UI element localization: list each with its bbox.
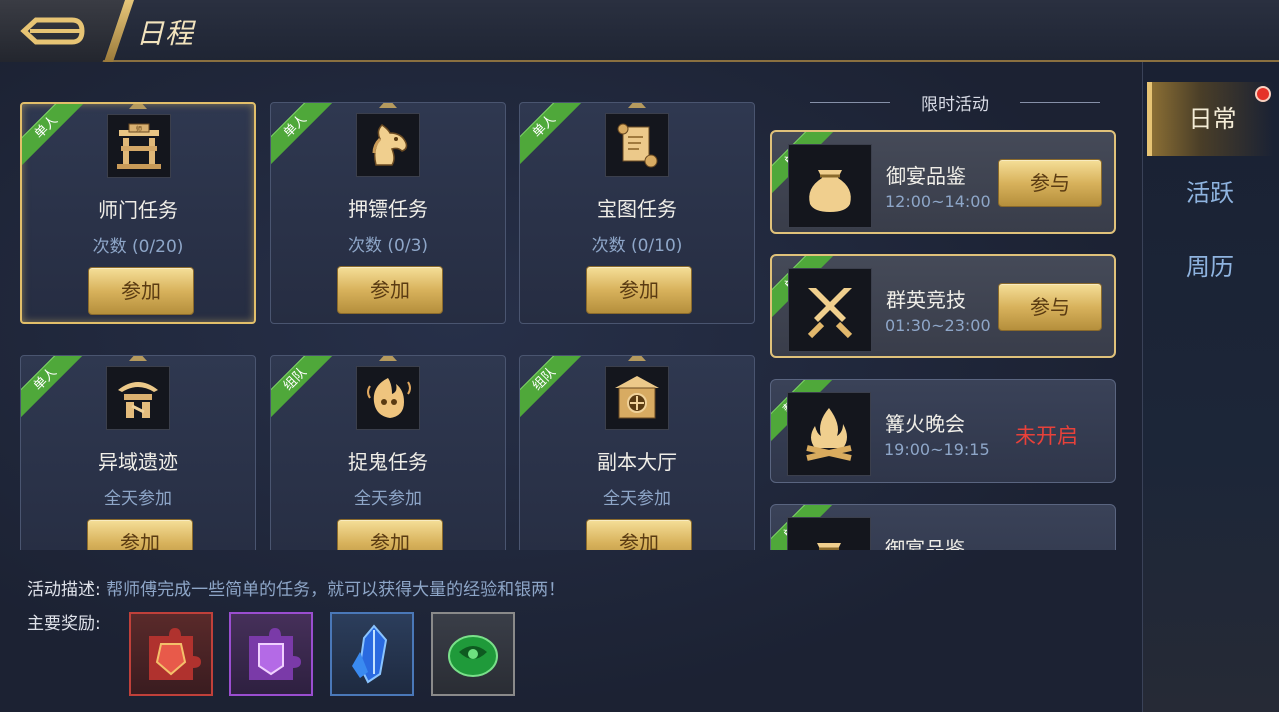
reward-item-1[interactable] bbox=[129, 612, 213, 696]
activity-card-shimen[interactable]: 单人 师 师门任务 次数 (0/20) 参加 bbox=[20, 102, 256, 324]
tag-ribbon: 单人 bbox=[271, 103, 338, 169]
activity-card-baotu[interactable]: 单人 宝图任务 次数 (0/10) 参加 bbox=[519, 102, 755, 324]
tab-weekly[interactable]: 周历 bbox=[1147, 230, 1273, 304]
participate-button[interactable]: 参与 bbox=[998, 283, 1102, 331]
activity-name: 宝图任务 bbox=[597, 197, 677, 221]
activity-card-yiyu[interactable]: 单人 异域遗迹 全天参加 参加 bbox=[20, 355, 256, 550]
activity-name: 群英竞技 bbox=[886, 288, 966, 312]
join-button[interactable]: 参加 bbox=[586, 266, 692, 314]
tag-ribbon: 单人 bbox=[21, 356, 88, 422]
activity-time: 19:00~19:15 bbox=[884, 440, 990, 459]
activity-time: 全天参加 bbox=[104, 489, 172, 509]
tab-label: 周历 bbox=[1186, 253, 1234, 281]
card-ornament bbox=[628, 103, 646, 108]
tag-ribbon: 单人 bbox=[22, 104, 89, 170]
tab-label: 日常 bbox=[1188, 105, 1237, 133]
activity-count: 次数 (0/3) bbox=[347, 236, 429, 256]
tag-ribbon: 单人 bbox=[520, 103, 587, 169]
horse-icon bbox=[356, 113, 420, 177]
limited-activities-title: 限时活动 bbox=[921, 95, 989, 115]
ruins-icon bbox=[106, 366, 170, 430]
tag-ribbon: 组队 bbox=[520, 356, 587, 422]
header-line-left bbox=[810, 102, 890, 103]
green-jade-icon bbox=[448, 635, 498, 677]
scroll-icon bbox=[605, 113, 669, 177]
bag-icon bbox=[787, 517, 871, 550]
card-ornament bbox=[628, 356, 646, 361]
activity-name: 押镖任务 bbox=[348, 197, 428, 221]
hall-icon bbox=[605, 366, 669, 430]
activity-grid: 单人 师 师门任务 次数 (0/20) 参加 单人 押镖任务 次数 (0/3) … bbox=[0, 62, 760, 550]
swords-icon bbox=[788, 268, 872, 352]
card-ornament bbox=[379, 103, 397, 108]
bonfire-icon bbox=[787, 392, 871, 476]
purple-armor-puzzle-icon bbox=[249, 628, 301, 680]
rewards-label: 主要奖励: bbox=[27, 614, 101, 634]
page-title: 日程 bbox=[136, 17, 195, 50]
reward-item-4[interactable] bbox=[431, 612, 515, 696]
card-ornament bbox=[129, 356, 147, 361]
activity-card-fuben[interactable]: 组队 副本大厅 全天参加 参加 bbox=[519, 355, 755, 550]
blue-crystal-icon bbox=[352, 624, 388, 684]
activity-name: 御宴品鉴 bbox=[886, 164, 966, 188]
activity-name: 捉鬼任务 bbox=[348, 450, 428, 474]
join-button[interactable]: 参加 bbox=[88, 267, 194, 315]
activity-description: 活动描述: 帮师傅完成一些简单的任务，就可以获得大量的经验和银两！ bbox=[27, 575, 565, 600]
tab-label: 活跃 bbox=[1186, 179, 1234, 207]
tab-daily[interactable]: 日常 bbox=[1147, 82, 1273, 156]
join-button[interactable]: 参加 bbox=[586, 519, 692, 550]
activity-time: 全天参加 bbox=[603, 489, 671, 509]
limited-activities-header: 限时活动 bbox=[810, 90, 1100, 115]
activity-name: 御宴品鉴 bbox=[885, 537, 965, 550]
activity-name: 师门任务 bbox=[98, 198, 178, 222]
limited-card-qunying[interactable]: 单人 群英竞技 01:30~23:00 参与 bbox=[770, 254, 1116, 358]
activity-card-zhuogui[interactable]: 组队 捉鬼任务 全天参加 参加 bbox=[270, 355, 506, 550]
join-button[interactable]: 参加 bbox=[337, 266, 443, 314]
limited-card-yuyan-2[interactable]: 单人 御宴品鉴 bbox=[770, 504, 1116, 550]
reward-item-3[interactable] bbox=[330, 612, 414, 696]
notification-dot bbox=[1255, 86, 1271, 102]
activity-name: 异域遗迹 bbox=[98, 450, 178, 474]
header-line-right bbox=[1020, 102, 1100, 103]
top-bar: 日程 bbox=[0, 0, 1279, 62]
limited-card-gouhuo[interactable]: 帮会 篝火晚会 19:00~19:15 未开启 bbox=[770, 379, 1116, 483]
bag-icon bbox=[788, 144, 872, 228]
activity-count: 次数 (0/20) bbox=[92, 237, 184, 257]
activity-card-yabiao[interactable]: 单人 押镖任务 次数 (0/3) 参加 bbox=[270, 102, 506, 324]
activity-time: 01:30~23:00 bbox=[885, 316, 991, 335]
card-ornament bbox=[379, 356, 397, 361]
limited-card-yuyan[interactable]: 单人 御宴品鉴 12:00~14:00 参与 bbox=[770, 130, 1116, 234]
reward-item-2[interactable] bbox=[229, 612, 313, 696]
card-ornament bbox=[129, 104, 147, 109]
activity-count: 次数 (0/10) bbox=[591, 236, 683, 256]
gate-icon: 师 bbox=[107, 114, 171, 178]
back-button[interactable] bbox=[0, 0, 125, 62]
red-armor-puzzle-icon bbox=[149, 628, 201, 680]
side-tabs: 日常 活跃 周历 bbox=[1142, 62, 1279, 712]
description-label: 活动描述: bbox=[27, 580, 101, 600]
tab-activity[interactable]: 活跃 bbox=[1147, 156, 1273, 230]
activity-time: 全天参加 bbox=[354, 489, 422, 509]
limited-activities-list: 单人 御宴品鉴 12:00~14:00 参与 单人 群英竞技 bbox=[766, 128, 1122, 550]
activity-name: 副本大厅 bbox=[597, 450, 677, 474]
activity-time: 12:00~14:00 bbox=[885, 192, 991, 211]
join-button[interactable]: 参加 bbox=[337, 519, 443, 550]
back-arrow-icon bbox=[20, 17, 85, 45]
svg-text:师: 师 bbox=[136, 125, 142, 133]
status-not-open: 未开启 bbox=[1015, 424, 1078, 448]
join-button[interactable]: 参加 bbox=[87, 519, 193, 550]
description-text: 帮师傅完成一些简单的任务，就可以获得大量的经验和银两！ bbox=[106, 580, 566, 600]
ghost-icon bbox=[356, 366, 420, 430]
participate-button[interactable]: 参与 bbox=[998, 159, 1102, 207]
activity-name: 篝火晚会 bbox=[885, 412, 965, 436]
main-panel: 单人 师 师门任务 次数 (0/20) 参加 单人 押镖任务 次数 (0/3) … bbox=[0, 62, 1142, 712]
tag-ribbon: 组队 bbox=[271, 356, 338, 422]
